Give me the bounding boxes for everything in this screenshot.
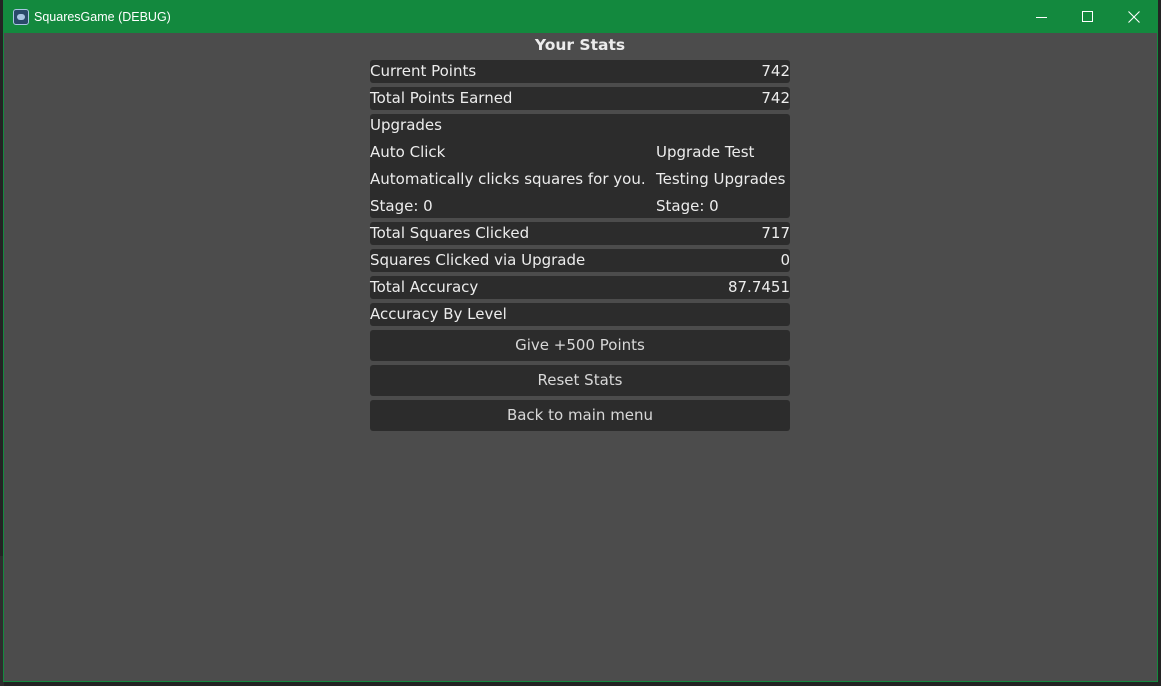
accuracy-by-level-label: Accuracy By Level	[370, 305, 507, 323]
maximize-icon	[1082, 11, 1093, 22]
total-accuracy-row: Total Accuracy 87.7451	[370, 276, 790, 299]
window-title: SquaresGame (DEBUG)	[34, 10, 171, 24]
total-accuracy-value: 87.7451	[727, 278, 790, 296]
minimize-button[interactable]	[1019, 1, 1065, 33]
current-points-label: Current Points	[370, 62, 477, 80]
total-points-earned-row: Total Points Earned 742	[370, 87, 790, 110]
total-points-earned-label: Total Points Earned	[370, 89, 513, 107]
close-button[interactable]	[1111, 1, 1157, 33]
current-points-value: 742	[761, 62, 790, 80]
upgrades-heading: Upgrades	[370, 116, 442, 134]
upgrade-stage: Stage: 0	[370, 197, 433, 215]
minimize-icon	[1036, 17, 1047, 18]
stats-heading: Your Stats	[534, 36, 626, 54]
upgrade-description: Testing Upgrades	[656, 170, 786, 188]
reset-stats-button[interactable]: Reset Stats	[370, 365, 790, 396]
upgrade-description: Automatically clicks squares for you.	[370, 170, 646, 188]
upgrade-name: Auto Click	[370, 143, 446, 161]
upgrade-stage: Stage: 0	[656, 197, 719, 215]
game-viewport: Your Stats Current Points 742 Total Poin…	[4, 33, 1157, 681]
total-squares-clicked-row: Total Squares Clicked 717	[370, 222, 790, 245]
give-points-button[interactable]: Give +500 Points	[370, 330, 790, 361]
squares-clicked-via-upgrade-label: Squares Clicked via Upgrade	[370, 251, 586, 269]
upgrades-section: Upgrades Auto Click Automatically clicks…	[370, 114, 790, 218]
total-points-earned-value: 742	[761, 89, 790, 107]
close-icon	[1128, 11, 1140, 23]
back-to-main-menu-button[interactable]: Back to main menu	[370, 400, 790, 431]
total-squares-clicked-label: Total Squares Clicked	[370, 224, 530, 242]
upgrade-name: Upgrade Test	[656, 143, 755, 161]
total-accuracy-label: Total Accuracy	[370, 278, 479, 296]
squares-clicked-via-upgrade-value: 0	[780, 251, 790, 269]
accuracy-by-level-row: Accuracy By Level	[370, 303, 790, 326]
squares-clicked-via-upgrade-row: Squares Clicked via Upgrade 0	[370, 249, 790, 272]
game-window: SquaresGame (DEBUG) Your Stats Current P…	[3, 0, 1158, 682]
total-squares-clicked-value: 717	[761, 224, 790, 242]
godot-app-icon	[13, 9, 29, 25]
title-bar[interactable]: SquaresGame (DEBUG)	[4, 1, 1157, 33]
maximize-button[interactable]	[1065, 1, 1111, 33]
current-points-row: Current Points 742	[370, 60, 790, 83]
